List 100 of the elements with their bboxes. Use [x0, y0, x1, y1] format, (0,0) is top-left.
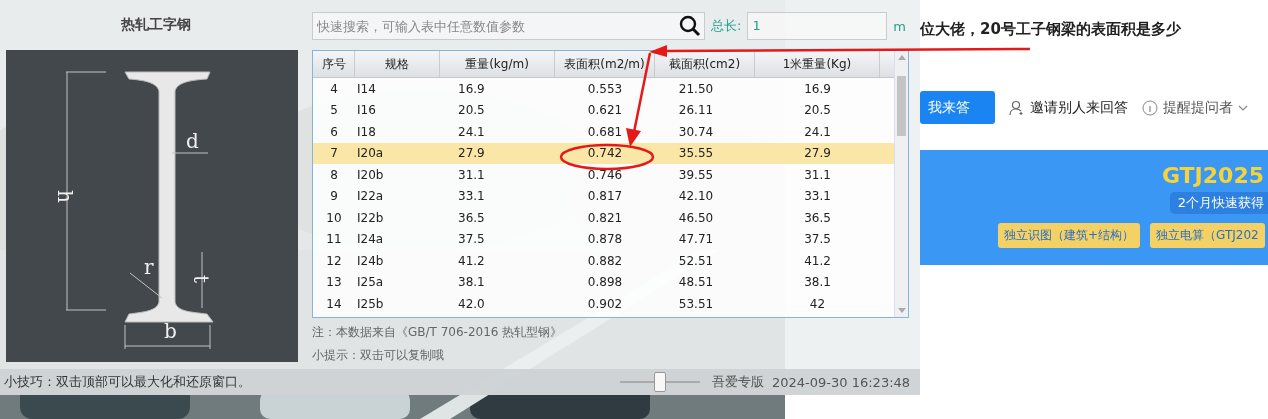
dimension-label: b — [164, 319, 177, 343]
total-length-label: 总长: — [711, 17, 742, 35]
tip-text: 小技巧：双击顶部可以最大化和还原窗口。 — [4, 373, 252, 391]
table-cell: 42 — [809, 296, 826, 311]
column-header[interactable]: 序号 — [313, 51, 355, 77]
table-cell: 0.821 — [587, 210, 623, 225]
table-cell: 14 — [326, 296, 342, 311]
table-cell: I25a — [357, 275, 384, 290]
table-cell: 0.898 — [587, 275, 623, 290]
edition-label: 吾爱专版 — [712, 373, 764, 391]
scrollbar[interactable] — [894, 51, 908, 317]
table-row[interactable]: 4 I14 16.9 0.553 21.50 16.9 — [313, 78, 894, 100]
slider-thumb[interactable] — [654, 372, 666, 392]
scroll-thumb[interactable] — [897, 76, 906, 136]
column-header[interactable]: 1米重量(Kg) — [755, 51, 880, 77]
table-row[interactable]: 13 I25a 38.1 0.898 48.51 38.1 — [313, 271, 894, 293]
table-cell: 35.55 — [678, 146, 714, 161]
table-cell: 7 — [330, 146, 338, 161]
table-cell: 26.11 — [678, 103, 714, 118]
scroll-up-icon[interactable] — [898, 55, 906, 60]
table-row[interactable]: 12 I24b 41.2 0.882 52.51 41.2 — [313, 250, 894, 272]
table-cell: 24.1 — [804, 124, 831, 139]
answer-button[interactable]: 我来答 — [920, 91, 995, 124]
table-cell: 31.1 — [458, 167, 485, 182]
table-cell: I22b — [357, 210, 384, 225]
table-cell: 31.1 — [804, 167, 831, 182]
banner-tag[interactable]: 独立识图（建筑+结构） — [998, 223, 1141, 248]
chevron-down-icon — [1238, 104, 1248, 111]
table-cell: I24b — [357, 253, 384, 268]
table-cell: 6 — [330, 124, 338, 139]
window-title: 热轧工字钢 — [120, 15, 192, 34]
invite-link[interactable]: 邀请别人来回答 — [1009, 98, 1128, 117]
table-row[interactable]: 10 I22b 36.5 0.821 46.50 36.5 — [313, 207, 894, 229]
table-cell: 21.50 — [678, 81, 714, 96]
table-cell: 10 — [326, 210, 342, 225]
table-cell: 27.9 — [804, 146, 831, 161]
table-row[interactable]: 14 I25b 42.0 0.902 53.51 42 — [313, 293, 894, 315]
column-header[interactable]: 重量(kg/m) — [440, 51, 555, 77]
column-header[interactable]: 规格 — [355, 51, 440, 77]
table-cell: 0.878 — [587, 232, 623, 247]
table-row[interactable]: 6 I18 24.1 0.681 30.74 24.1 — [313, 121, 894, 143]
banner-tag[interactable]: 独立电算（GTJ202 — [1150, 223, 1265, 248]
table-cell: 53.51 — [678, 296, 714, 311]
table-cell: I20a — [357, 146, 384, 161]
table-cell: 27.9 — [458, 146, 485, 161]
table-cell: 16.9 — [458, 81, 485, 96]
table-cell: 42.0 — [458, 296, 485, 311]
table-cell: I14 — [357, 81, 376, 96]
table-cell: 16.9 — [804, 81, 831, 96]
info-icon — [1142, 99, 1158, 116]
question-title: 位大佬，20号工子钢梁的表面积是多少 — [920, 20, 1182, 40]
table-cell: 24.1 — [458, 124, 485, 139]
table-cell: 0.746 — [587, 167, 623, 182]
source-note: 注：本数据来自《GB/T 706-2016 热轧型钢》 — [312, 324, 564, 341]
table-cell: 20.5 — [458, 103, 485, 118]
table-cell: 9 — [330, 189, 338, 204]
remind-link[interactable]: 提醒提问者 — [1142, 98, 1248, 117]
table-cell: 0.553 — [587, 81, 623, 96]
table-cell: 0.681 — [587, 124, 623, 139]
table-row[interactable]: 7 I20a 27.9 0.742 35.55 27.9 — [313, 142, 894, 164]
table-cell: 0.882 — [587, 253, 623, 268]
table-cell: 20.5 — [804, 103, 831, 118]
table-cell: 47.71 — [678, 232, 714, 247]
dimension-label: h — [53, 190, 77, 203]
dimension-label: d — [186, 129, 199, 153]
table-cell: 12 — [326, 253, 342, 268]
table-row[interactable]: 8 I20b 31.1 0.746 39.55 31.1 — [313, 164, 894, 186]
table-cell: 13 — [326, 275, 342, 290]
banner-title: GTJ2025 — [1161, 163, 1265, 188]
table-cell: 5 — [330, 103, 338, 118]
person-add-icon — [1009, 99, 1025, 116]
table-cell: 41.2 — [804, 253, 831, 268]
table-cell: I16 — [357, 103, 376, 118]
table-cell: 48.51 — [678, 275, 714, 290]
table-cell: 0.742 — [587, 146, 623, 161]
scroll-down-icon[interactable] — [898, 308, 906, 313]
table-cell: I25b — [357, 296, 384, 311]
table-cell: 36.5 — [458, 210, 485, 225]
search-icon — [679, 15, 701, 37]
promo-banner[interactable]: GTJ2025 2个月快速获得 独立识图（建筑+结构） 独立电算（GTJ202 — [920, 150, 1268, 265]
dimension-label: t — [189, 275, 213, 284]
table-cell: 33.1 — [804, 189, 831, 204]
table-cell: 0.902 — [587, 296, 623, 311]
table-cell: 52.51 — [678, 253, 714, 268]
table-row[interactable]: 11 I24a 37.5 0.878 47.71 37.5 — [313, 228, 894, 250]
table-row[interactable]: 5 I16 20.5 0.621 26.11 20.5 — [313, 99, 894, 121]
table-row[interactable]: 9 I22a 33.1 0.817 42.10 33.1 — [313, 185, 894, 207]
dimension-label: r — [144, 255, 154, 279]
search-field[interactable]: 快速搜索，可输入表中任意数值参数 — [312, 12, 705, 40]
table-cell: 11 — [326, 232, 342, 247]
table-cell: I18 — [357, 124, 376, 139]
table-cell: 38.1 — [804, 275, 831, 290]
table-cell: 42.10 — [678, 189, 714, 204]
hint-text: 小提示：双击可以复制哦 — [312, 347, 445, 364]
table-cell: 33.1 — [458, 189, 485, 204]
table-cell: 41.2 — [458, 253, 485, 268]
table-cell: 37.5 — [804, 232, 831, 247]
table-cell: 8 — [330, 167, 338, 182]
table-cell: 36.5 — [804, 210, 831, 225]
table-cell: I24a — [357, 232, 384, 247]
